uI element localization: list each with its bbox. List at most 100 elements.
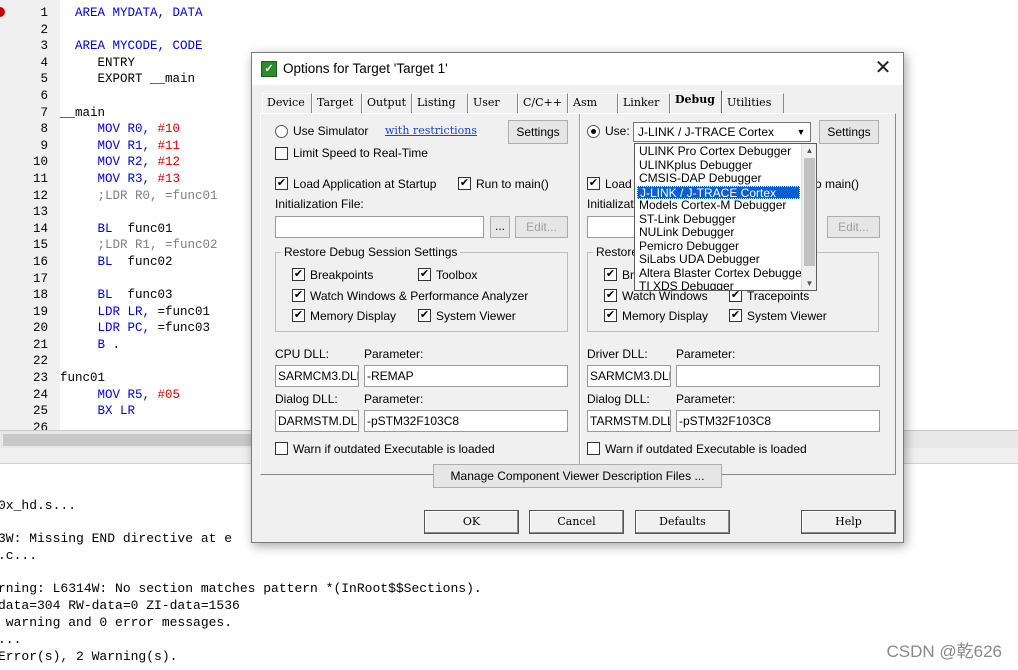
driver-param-field[interactable] bbox=[676, 365, 880, 387]
use-simulator-radio[interactable] bbox=[275, 125, 288, 138]
dialog-param-field[interactable]: -pSTM32F103C8 bbox=[364, 410, 568, 432]
right-edit-button[interactable]: Edit... bbox=[827, 216, 880, 238]
memory-display-checkbox[interactable]: ✔ bbox=[292, 309, 305, 322]
line-number: 25 bbox=[32, 404, 48, 419]
driver-dll-label: Driver DLL: bbox=[587, 347, 648, 361]
code-token: . bbox=[112, 337, 121, 352]
tab-target[interactable]: Target bbox=[312, 93, 362, 113]
debugger-select-value: J-LINK / J-TRACE Cortex bbox=[638, 125, 775, 139]
code-token: BL bbox=[97, 221, 128, 236]
dropdown-scroll-thumb[interactable] bbox=[804, 158, 815, 266]
breakpoints-checkbox[interactable]: ✔ bbox=[292, 268, 305, 281]
code-token: AREA MYCODE, CODE bbox=[75, 39, 203, 54]
right-dialog-param-field[interactable]: -pSTM32F103C8 bbox=[676, 410, 880, 432]
output-line: 0x_hd.s... bbox=[0, 498, 77, 513]
tab-strip: Device Target Output Listing User C/C++ … bbox=[262, 90, 892, 113]
toolbox-checkbox[interactable]: ✔ bbox=[418, 268, 431, 281]
cpu-param-field[interactable]: -REMAP bbox=[364, 365, 568, 387]
dropdown-scrollbar[interactable]: ▲ ▼ bbox=[801, 144, 816, 290]
system-viewer-checkbox[interactable]: ✔ bbox=[418, 309, 431, 322]
dropdown-option[interactable]: Models Cortex-M Debugger bbox=[637, 198, 800, 213]
code-text: B . bbox=[60, 337, 121, 354]
cancel-button[interactable]: Cancel bbox=[529, 510, 624, 534]
tab-user[interactable]: User bbox=[468, 93, 518, 113]
right-load-checkbox[interactable]: ✔ bbox=[587, 177, 600, 190]
code-text: ENTRY bbox=[60, 55, 136, 72]
tab-asm[interactable]: Asm bbox=[568, 93, 618, 113]
debugger-select[interactable]: J-LINK / J-TRACE Cortex ▼ bbox=[633, 122, 811, 142]
dropdown-option[interactable]: J-LINK / J-TRACE Cortex bbox=[637, 185, 800, 199]
with-restrictions-link[interactable]: with restrictions bbox=[385, 124, 477, 137]
manage-component-viewer-button[interactable]: Manage Component Viewer Description File… bbox=[433, 464, 722, 488]
code-text: BX LR bbox=[60, 403, 136, 420]
dropdown-option[interactable]: TI XDS Debugger bbox=[637, 279, 800, 290]
scroll-up-icon[interactable]: ▲ bbox=[804, 145, 815, 156]
run-to-main-checkbox[interactable]: ✔ bbox=[458, 177, 471, 190]
code-text: EXPORT __main bbox=[60, 71, 196, 88]
right-watch-windows-checkbox[interactable]: ✔ bbox=[604, 289, 617, 302]
line-number: 15 bbox=[32, 238, 48, 253]
init-file-label: Initialization File: bbox=[275, 197, 364, 211]
code-text: LDR LR, =func01 bbox=[60, 304, 211, 321]
dropdown-option[interactable]: ST-Link Debugger bbox=[637, 212, 800, 227]
right-system-viewer-checkbox[interactable]: ✔ bbox=[729, 309, 742, 322]
dialog-dll-field[interactable]: DARMSTM.DLL bbox=[275, 410, 359, 432]
close-button[interactable]: ✕ bbox=[871, 57, 895, 81]
init-file-input[interactable] bbox=[275, 216, 484, 238]
dialog-param-label: Parameter: bbox=[364, 392, 424, 406]
dropdown-option[interactable]: ULINKplus Debugger bbox=[637, 158, 800, 173]
driver-dll-field[interactable]: SARMCM3.DLL bbox=[587, 365, 671, 387]
tab-device[interactable]: Device bbox=[262, 93, 312, 113]
warn-outdated-label: Warn if outdated Executable is loaded bbox=[293, 442, 495, 456]
chevron-down-icon[interactable]: ▼ bbox=[793, 124, 809, 140]
dropdown-option[interactable]: Altera Blaster Cortex Debugger bbox=[637, 266, 806, 281]
use-debugger-radio[interactable] bbox=[587, 125, 600, 138]
dropdown-option[interactable]: ULINK Pro Cortex Debugger bbox=[637, 144, 800, 159]
limit-speed-checkbox[interactable] bbox=[275, 147, 288, 160]
code-token: #13 bbox=[157, 171, 181, 186]
scroll-down-icon[interactable]: ▼ bbox=[804, 278, 815, 289]
line-number: 19 bbox=[32, 304, 48, 319]
ok-button[interactable]: OK bbox=[424, 510, 519, 534]
help-button[interactable]: Help bbox=[801, 510, 896, 534]
dropdown-option[interactable]: SiLabs UDA Debugger bbox=[637, 252, 800, 267]
debugger-settings-button[interactable]: Settings bbox=[819, 120, 879, 144]
right-init-input[interactable] bbox=[587, 216, 637, 238]
tab-listing[interactable]: Listing bbox=[412, 93, 468, 113]
line-number: 21 bbox=[32, 337, 48, 352]
dropdown-option[interactable]: CMSIS-DAP Debugger bbox=[637, 171, 800, 186]
tab-debug[interactable]: Debug bbox=[670, 90, 722, 113]
line-number: 24 bbox=[32, 387, 48, 402]
tab-output[interactable]: Output bbox=[362, 93, 412, 113]
edit-init-button[interactable]: Edit... bbox=[515, 216, 568, 238]
load-application-checkbox[interactable]: ✔ bbox=[275, 177, 288, 190]
tab-utilities[interactable]: Utilities bbox=[722, 93, 784, 113]
code-text: BL func03 bbox=[60, 287, 173, 304]
line-number: 3 bbox=[40, 39, 48, 54]
warn-outdated-checkbox[interactable] bbox=[275, 442, 288, 455]
debugger-dropdown-list[interactable]: ULINK Pro Cortex Debugger ULINKplus Debug… bbox=[634, 143, 817, 291]
dropdown-option[interactable]: NULink Debugger bbox=[637, 225, 800, 240]
browse-button[interactable]: ... bbox=[490, 216, 510, 238]
right-memory-display-checkbox[interactable]: ✔ bbox=[604, 309, 617, 322]
line-number: 20 bbox=[32, 321, 48, 336]
dialog-title-bar[interactable]: ✓ Options for Target 'Target 1' ✕ bbox=[252, 53, 903, 85]
output-line: rning: L6314W: No section matches patter… bbox=[0, 581, 482, 596]
right-breakpoints-checkbox[interactable]: ✔ bbox=[604, 268, 617, 281]
scrollbar-thumb[interactable] bbox=[3, 434, 253, 446]
code-line[interactable]: 2 bbox=[0, 22, 1018, 39]
tab-linker[interactable]: Linker bbox=[618, 93, 670, 113]
defaults-button[interactable]: Defaults bbox=[635, 510, 730, 534]
use-label: Use: bbox=[605, 124, 630, 138]
code-token: B bbox=[97, 337, 113, 352]
right-warn-outdated-checkbox[interactable] bbox=[587, 442, 600, 455]
right-dialog-dll-field[interactable]: TARMSTM.DLL bbox=[587, 410, 671, 432]
code-line[interactable]: 1 AREA MYDATA, DATA bbox=[0, 5, 1018, 22]
watch-windows-checkbox[interactable]: ✔ bbox=[292, 289, 305, 302]
tab-cpp[interactable]: C/C++ bbox=[518, 93, 568, 113]
dropdown-option[interactable]: Pemicro Debugger bbox=[637, 239, 800, 254]
cpu-dll-field[interactable]: SARMCM3.DLL bbox=[275, 365, 359, 387]
code-token: #11 bbox=[157, 138, 181, 153]
code-text: __main bbox=[60, 105, 105, 122]
simulator-settings-button[interactable]: Settings bbox=[508, 120, 568, 144]
